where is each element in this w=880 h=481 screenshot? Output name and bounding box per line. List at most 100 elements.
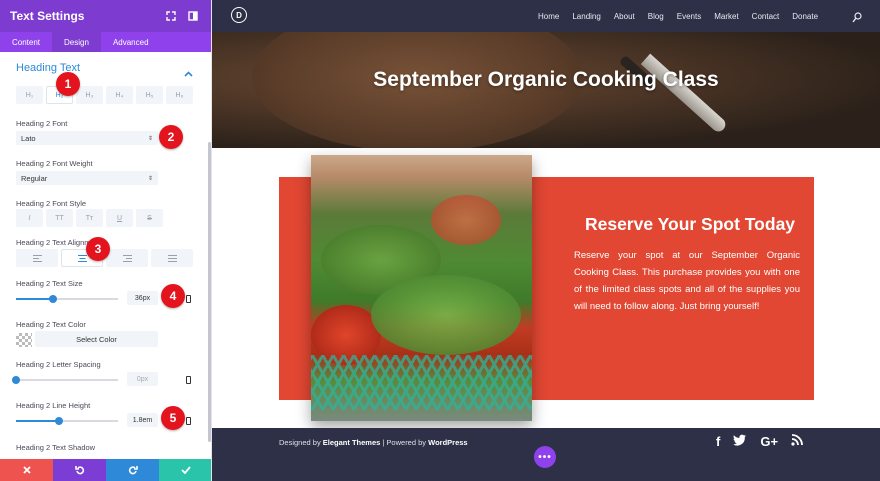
font-weight-select[interactable]: Regular ⇕ (16, 171, 158, 185)
site-logo[interactable]: D (231, 7, 247, 23)
redo-button[interactable] (106, 459, 159, 481)
select-arrows-icon: ⇕ (147, 135, 153, 142)
hero-section: September Organic Cooking Class (212, 32, 880, 148)
strikethrough-button[interactable]: S (136, 209, 163, 227)
menu-item-contact[interactable]: Contact (752, 12, 780, 21)
panel-tabs: Content Design Advanced (0, 32, 211, 52)
footer-link-wordpress[interactable]: WordPress (428, 438, 467, 447)
text-size-input[interactable]: 36px (127, 291, 158, 305)
line-height-input[interactable]: 1.8em (127, 413, 158, 427)
text-color-label: Heading 2 Text Color (16, 320, 86, 329)
line-height-slider[interactable] (16, 417, 118, 425)
heading-level-h1[interactable]: H₁ (16, 86, 43, 104)
undo-icon (74, 466, 84, 475)
content-section: Reserve Your Spot Today Reserve your spo… (212, 148, 880, 428)
menu-item-events[interactable]: Events (677, 12, 701, 21)
settings-panel: Text Settings Content Design Advanced He… (0, 0, 212, 481)
italic-button[interactable]: I (16, 209, 43, 227)
google-plus-icon[interactable]: G+ (760, 434, 778, 449)
align-left-button[interactable] (16, 249, 58, 267)
tab-content[interactable]: Content (0, 32, 52, 52)
redo-icon (128, 466, 138, 475)
menu-item-landing[interactable]: Landing (572, 12, 600, 21)
font-style-buttons: I TT Tт U S (16, 209, 163, 227)
step-badge-2: 2 (159, 125, 183, 149)
site-navbar: D Home Landing About Blog Events Market … (212, 0, 880, 32)
site-footer: Designed by Elegant Themes | Powered by … (212, 428, 880, 481)
heading-level-h4[interactable]: H₄ (106, 86, 133, 104)
menu-item-blog[interactable]: Blog (648, 12, 664, 21)
panel-title: Text Settings (10, 9, 85, 23)
heading-level-h6[interactable]: H₆ (166, 86, 193, 104)
action-bar (0, 459, 211, 481)
save-button[interactable] (159, 459, 211, 481)
close-icon (22, 466, 31, 474)
heading-level-selector: H₁ H₂ H₃ H₄ H₅ H₆ (16, 86, 193, 104)
slider-handle[interactable] (54, 417, 63, 425)
text-size-slider[interactable] (16, 295, 118, 303)
text-size-label: Heading 2 Text Size (16, 279, 83, 288)
letter-spacing-slider[interactable] (12, 376, 118, 384)
social-icons: f G+ (716, 434, 803, 449)
heading-font-label: Heading 2 Font (16, 119, 68, 128)
menu-item-donate[interactable]: Donate (792, 12, 818, 21)
facebook-icon[interactable]: f (716, 434, 720, 449)
responsive-phone-icon[interactable] (186, 295, 191, 303)
search-icon[interactable] (852, 10, 862, 28)
footer-link-elegant-themes[interactable]: Elegant Themes (323, 438, 381, 447)
panel-scrollbar[interactable] (208, 142, 211, 442)
footer-middle: | Powered by (380, 438, 429, 447)
discard-button[interactable] (0, 459, 53, 481)
step-badge-4: 4 (161, 284, 185, 308)
menu-item-home[interactable]: Home (538, 12, 559, 21)
heading-font-select[interactable]: Lato ⇕ (16, 131, 158, 145)
heading-level-h5[interactable]: H₅ (136, 86, 163, 104)
step-badge-3: 3 (86, 237, 110, 261)
align-center-icon (77, 254, 87, 262)
check-icon (180, 466, 191, 474)
align-right-icon (122, 254, 132, 262)
font-weight-value: Regular (21, 173, 48, 183)
select-color-button[interactable]: Select Color (35, 331, 158, 347)
builder-menu-button[interactable]: ••• (534, 446, 556, 468)
step-badge-5: 5 (161, 406, 185, 430)
footer-prefix: Designed by (279, 438, 323, 447)
main-menu: Home Landing About Blog Events Market Co… (538, 0, 818, 32)
responsive-phone-icon[interactable] (186, 417, 191, 425)
align-justify-button[interactable] (151, 249, 193, 267)
twitter-icon[interactable] (733, 434, 747, 449)
step-badge-1: 1 (56, 72, 80, 96)
font-weight-label: Heading 2 Font Weight (16, 159, 93, 168)
rss-icon[interactable] (791, 434, 803, 449)
slider-handle[interactable] (12, 376, 20, 384)
underline-button[interactable]: U (106, 209, 133, 227)
tab-design[interactable]: Design (52, 32, 101, 52)
chevron-up-icon[interactable] (184, 64, 193, 82)
align-right-button[interactable] (106, 249, 148, 267)
panel-header: Text Settings (0, 0, 211, 32)
uppercase-button[interactable]: TT (46, 209, 73, 227)
align-left-icon (32, 254, 42, 262)
menu-item-market[interactable]: Market (714, 12, 738, 21)
capitalize-button[interactable]: Tт (76, 209, 103, 227)
slider-handle[interactable] (48, 295, 57, 303)
color-swatch[interactable] (16, 333, 32, 347)
expand-icon[interactable] (163, 8, 179, 24)
hero-title: September Organic Cooking Class (373, 68, 719, 91)
footer-credits: Designed by Elegant Themes | Powered by … (279, 438, 468, 447)
vegetables-photo (311, 155, 532, 421)
menu-item-about[interactable]: About (614, 12, 635, 21)
select-arrows-icon: ⇕ (147, 175, 153, 182)
font-style-label: Heading 2 Font Style (16, 199, 87, 208)
sidebar-toggle-icon[interactable] (185, 8, 201, 24)
site-preview: D Home Landing About Blog Events Market … (212, 0, 880, 481)
letter-spacing-label: Heading 2 Letter Spacing (16, 360, 101, 369)
undo-button[interactable] (53, 459, 106, 481)
align-justify-icon (167, 254, 177, 262)
text-shadow-label: Heading 2 Text Shadow (16, 443, 96, 452)
card-text: Reserve your spot at our September Organ… (574, 250, 800, 312)
tab-advanced[interactable]: Advanced (101, 32, 161, 52)
letter-spacing-input[interactable]: 0px (127, 372, 158, 386)
responsive-phone-icon[interactable] (186, 376, 191, 384)
heading-level-h3[interactable]: H₃ (76, 86, 103, 104)
